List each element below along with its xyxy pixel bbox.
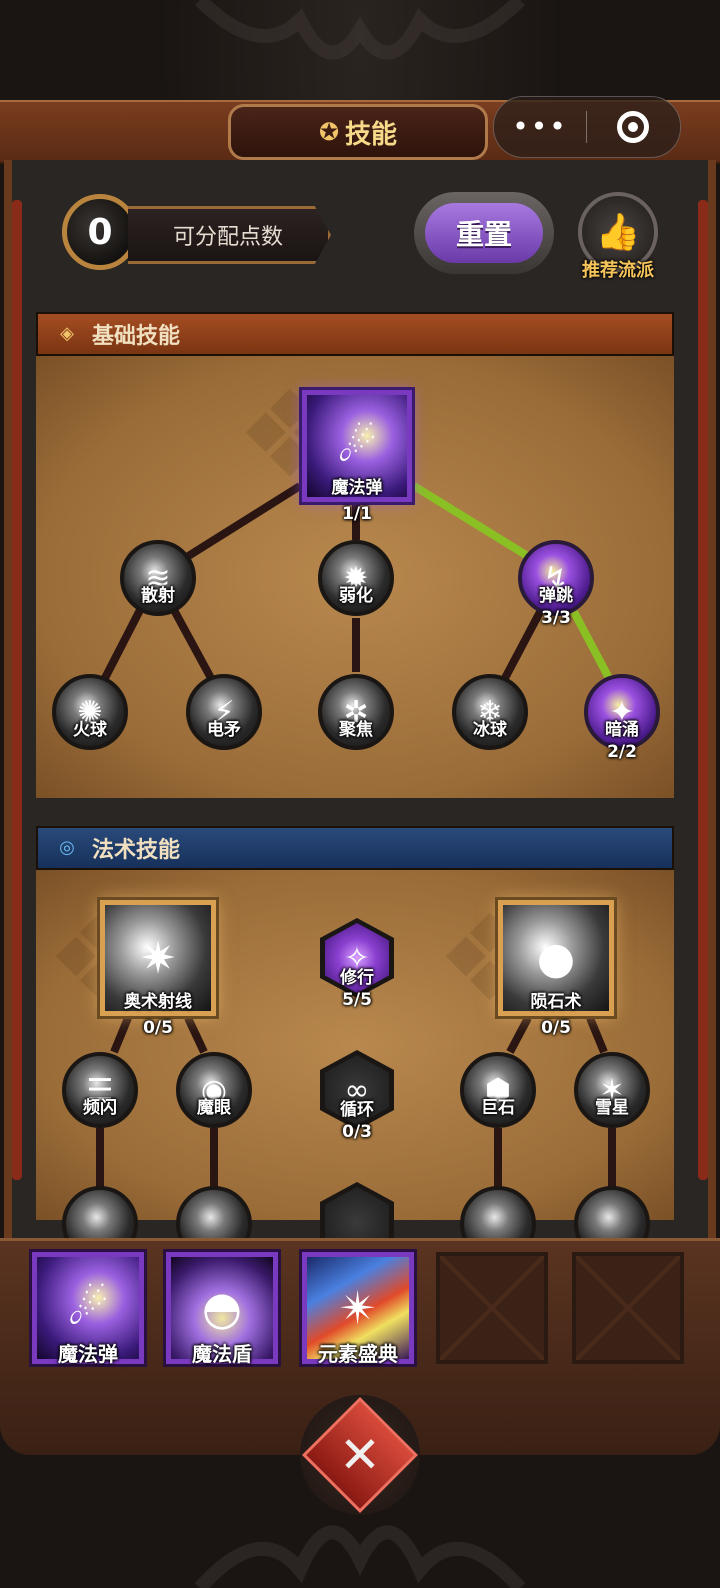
diamond-icon: ◈ — [60, 323, 74, 344]
equipped-slot-2[interactable]: ◓ 魔法盾 — [163, 1249, 281, 1367]
skill-node-fireball[interactable]: ✺ 火球 — [52, 674, 128, 750]
points-value: 0 — [62, 194, 138, 270]
skill-node-cycle[interactable]: ∞ 循环 0/3 — [320, 1050, 394, 1142]
skill-node-ice-ball[interactable]: ❄ 冰球 — [452, 674, 528, 750]
skill-level: 1/1 — [342, 504, 372, 524]
empty-slot-placeholder — [572, 1252, 684, 1364]
close-icon: ✕ — [339, 1426, 381, 1484]
skill-name: 魔法弹 — [331, 478, 383, 498]
close-icon-frame: ✕ — [302, 1397, 418, 1513]
recommend-build-button[interactable]: 👍 推荐流派 — [574, 192, 662, 282]
skill-node-scatter[interactable]: ≋ 散射 — [120, 540, 196, 616]
skill-name: 散射 — [141, 586, 175, 606]
skill-name: 聚焦 — [339, 720, 373, 740]
close-mini-program-button[interactable] — [587, 111, 679, 143]
page-title: 技能 — [345, 119, 398, 150]
section-title-basic: 基础技能 — [92, 324, 181, 349]
skill-level: 0/5 — [143, 1018, 173, 1038]
skill-node-weaken[interactable]: ✹ 弱化 — [318, 540, 394, 616]
frame-rail-left — [12, 200, 22, 1180]
skill-level: 5/5 — [342, 990, 372, 1010]
skill-name: 频闪 — [83, 1098, 117, 1118]
equipped-slot-empty-2[interactable] — [572, 1252, 684, 1364]
skill-name: 雪星 — [595, 1098, 629, 1118]
skill-level: 3/3 — [541, 608, 571, 628]
skill-node-focus[interactable]: ✲ 聚焦 — [318, 674, 394, 750]
skill-name: 冰球 — [473, 720, 507, 740]
skill-level: 0/5 — [541, 1018, 571, 1038]
swirl-icon: ◎ — [59, 837, 75, 858]
skill-level: 0/3 — [342, 1122, 372, 1142]
skill-emblem-icon: ✪ — [318, 118, 340, 146]
skill-node-lightning-spear[interactable]: ⚡ 电矛 — [186, 674, 262, 750]
equipped-slot-empty-1[interactable] — [436, 1252, 548, 1364]
more-button[interactable]: ••• — [494, 97, 586, 157]
skill-node-bounce[interactable]: ↯ 弹跳 3/3 — [518, 540, 594, 628]
skill-node-snow-star[interactable]: ✶ 雪星 — [574, 1052, 650, 1128]
close-button[interactable]: ✕ — [300, 1395, 420, 1515]
skill-node-magic-eye[interactable]: ◉ 魔眼 — [176, 1052, 252, 1128]
recommend-build-label: 推荐流派 — [582, 260, 654, 281]
points-label: 可分配点数 — [128, 206, 331, 264]
reset-button[interactable]: 重置 — [414, 192, 554, 274]
mini-program-capsule: ••• — [493, 96, 681, 158]
empty-slot-placeholder — [436, 1252, 548, 1364]
skill-name: 修行 — [340, 968, 374, 988]
skill-name: 弱化 — [339, 586, 373, 606]
skill-node-cultivation[interactable]: ✧ 修行 5/5 — [320, 918, 394, 1010]
skill-node-flash[interactable]: ☰ 频闪 — [62, 1052, 138, 1128]
skill-node-dark-surge[interactable]: ✦ 暗涌 2/2 — [584, 674, 660, 762]
background-ornament — [195, 0, 525, 60]
skill-name: 电矛 — [207, 720, 241, 740]
equipped-slot-1[interactable]: ☄ 魔法弹 — [29, 1249, 147, 1367]
skill-name: 陨石术 — [530, 992, 582, 1012]
target-circle-icon — [617, 111, 649, 143]
skill-name: 魔眼 — [197, 1098, 231, 1118]
equipped-skill-name: 元素盛典 — [318, 1342, 398, 1366]
skill-name: 暗涌 — [605, 720, 639, 740]
skill-name: 奥术射线 — [124, 992, 192, 1012]
frame-rail-right — [698, 200, 708, 1180]
skill-node-meteor[interactable]: ● 陨石术 0/5 — [495, 897, 617, 1038]
reset-button-label: 重置 — [425, 203, 543, 263]
skill-level: 2/2 — [607, 742, 637, 762]
equipped-slot-3[interactable]: ✴ 元素盛典 — [299, 1249, 417, 1367]
section-header-basic: ◈ 基础技能 — [36, 312, 674, 356]
section-title-spell: 法术技能 — [92, 838, 181, 863]
skill-node-boulder[interactable]: ⬢ 巨石 — [460, 1052, 536, 1128]
equipped-skill-name: 魔法弹 — [58, 1342, 118, 1366]
skill-name: 弹跳 — [539, 586, 573, 606]
skill-name: 火球 — [73, 720, 107, 740]
title-plate: ✪ 技能 — [228, 104, 488, 160]
skill-name: 巨石 — [481, 1098, 515, 1118]
skill-name: 循环 — [340, 1100, 374, 1120]
skill-node-arcane-ray[interactable]: ✷ 奥术射线 0/5 — [97, 897, 219, 1038]
equipped-skill-name: 魔法盾 — [192, 1342, 252, 1366]
skill-node-magic-missile[interactable]: ☄ 魔法弹 1/1 — [299, 387, 415, 524]
section-header-spell: ◎ 法术技能 — [36, 826, 674, 870]
